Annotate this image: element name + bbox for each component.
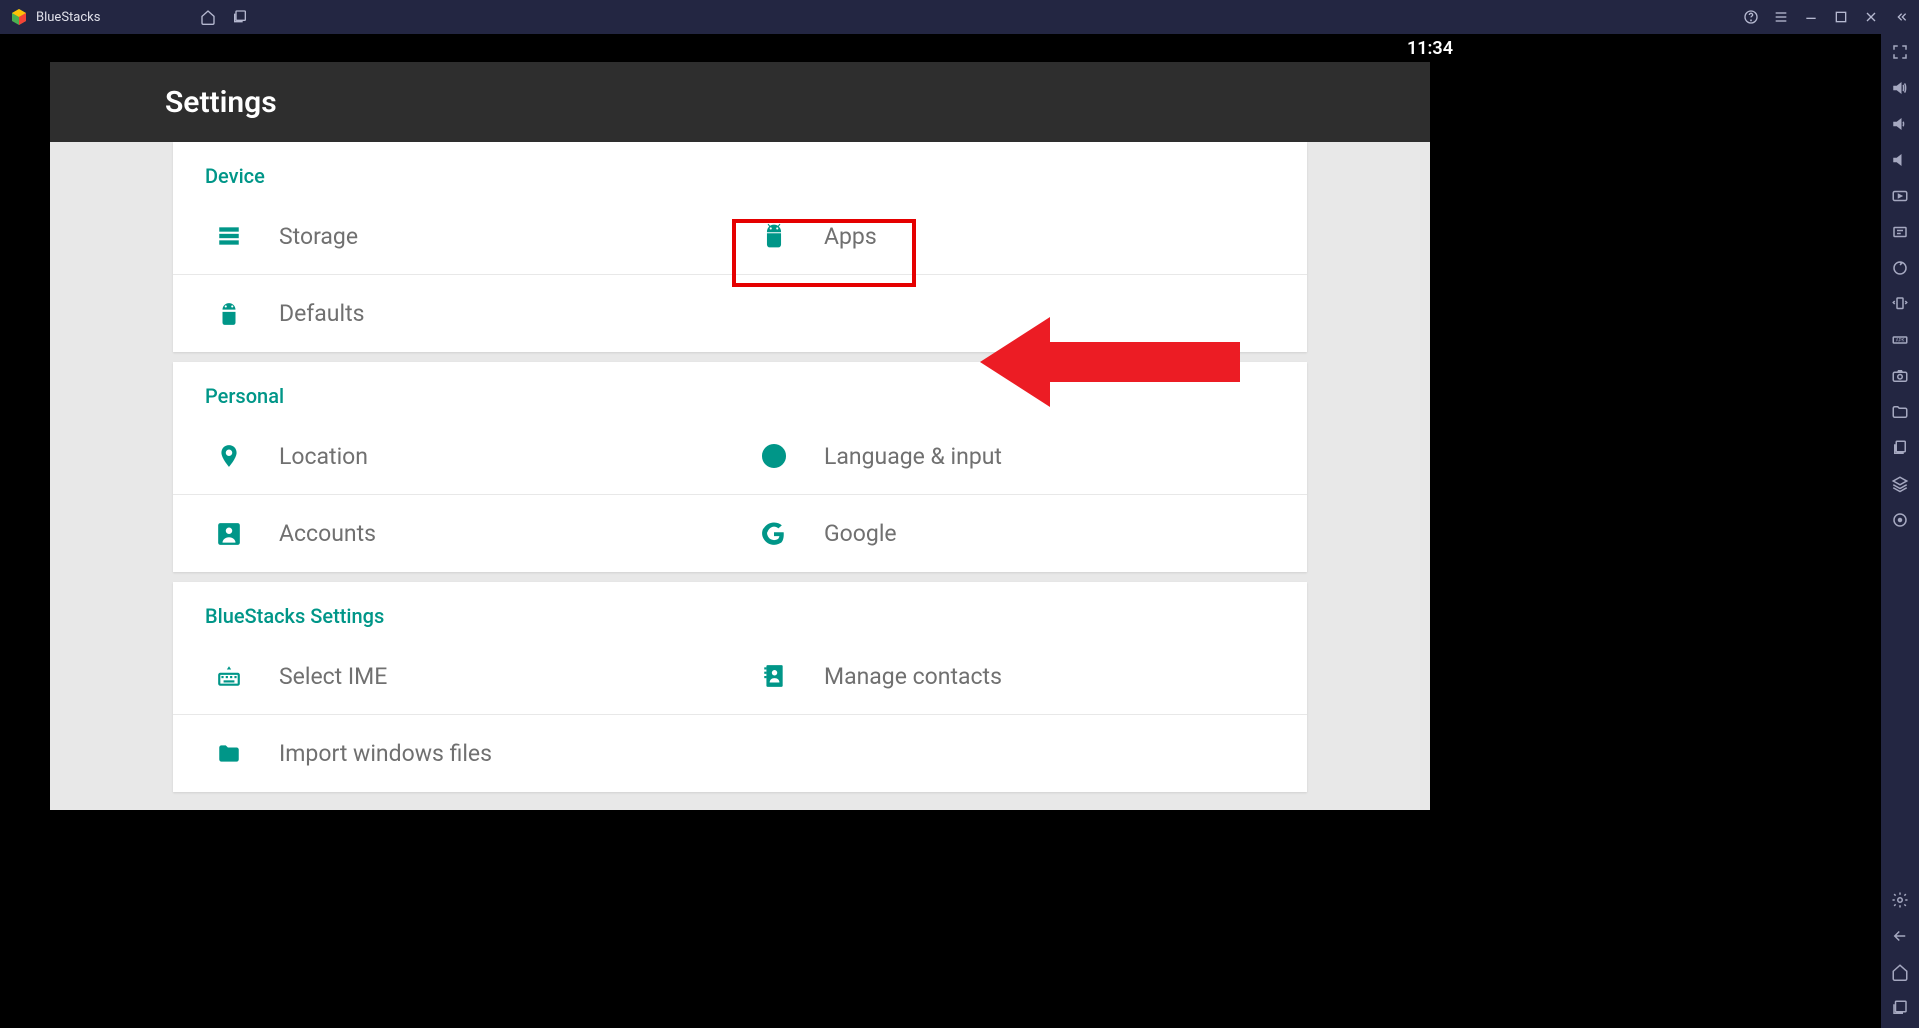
titlebar: BlueStacks xyxy=(0,0,1919,34)
settings-item-label: Accounts xyxy=(279,520,376,547)
settings-item-manage-contacts[interactable]: Manage contacts xyxy=(740,638,1307,715)
fullscreen-icon[interactable] xyxy=(1890,42,1910,62)
settings-item-defaults[interactable]: Defaults xyxy=(173,275,740,352)
settings-title: Settings xyxy=(165,85,277,120)
status-time: 11:34 xyxy=(1407,38,1453,59)
contacts-icon xyxy=(760,662,788,690)
settings-item-location[interactable]: Location xyxy=(173,418,740,495)
back-icon[interactable] xyxy=(1890,926,1910,946)
collapse-sidebar-icon[interactable] xyxy=(1893,9,1909,25)
settings-item-import-files[interactable]: Import windows files xyxy=(173,715,740,792)
rotate-icon[interactable] xyxy=(1890,258,1910,278)
android-icon xyxy=(760,222,788,250)
settings-item-label: Google xyxy=(824,520,897,547)
right-toolbar: APK xyxy=(1881,34,1919,1028)
install-apk-icon[interactable] xyxy=(1890,222,1910,242)
section-title-bluestacks: BlueStacks Settings xyxy=(173,604,1307,638)
app-name: BlueStacks xyxy=(36,10,100,25)
folder-icon xyxy=(215,740,243,768)
settings-item-apps[interactable]: Apps xyxy=(740,198,1307,275)
screenshot-icon[interactable] xyxy=(1890,366,1910,386)
close-icon[interactable] xyxy=(1863,9,1879,25)
volume-mute-icon[interactable] xyxy=(1890,150,1910,170)
settings-item-storage[interactable]: Storage xyxy=(173,198,740,275)
svg-text:APK: APK xyxy=(1896,338,1905,344)
section-bluestacks-settings: BlueStacks Settings Select IME Manage co… xyxy=(173,582,1307,792)
settings-item-label: Apps xyxy=(824,223,877,250)
section-personal: Personal Location Language & input xyxy=(173,362,1307,572)
settings-body: Device Storage Apps xyxy=(50,142,1430,810)
maximize-icon[interactable] xyxy=(1833,9,1849,25)
android-icon xyxy=(215,300,243,328)
settings-item-select-ime[interactable]: Select IME xyxy=(173,638,740,715)
google-icon xyxy=(760,520,788,548)
settings-item-label: Select IME xyxy=(279,663,387,690)
layers-icon[interactable] xyxy=(1890,474,1910,494)
globe-icon xyxy=(760,442,788,470)
settings-item-label: Location xyxy=(279,443,368,470)
apk-label-icon[interactable]: APK xyxy=(1890,330,1910,350)
settings-item-google[interactable]: Google xyxy=(740,495,1307,572)
section-title-device: Device xyxy=(173,164,1307,198)
copy-icon[interactable] xyxy=(1890,438,1910,458)
location-toolbar-icon[interactable] xyxy=(1890,510,1910,530)
tabs-icon[interactable] xyxy=(232,9,248,25)
status-bar: 11:34 xyxy=(0,34,1481,62)
settings-header: Settings xyxy=(50,62,1430,142)
location-icon xyxy=(215,442,243,470)
bluestacks-logo-icon xyxy=(10,8,28,26)
settings-item-accounts[interactable]: Accounts xyxy=(173,495,740,572)
keyboard-icon xyxy=(215,662,243,690)
minimize-icon[interactable] xyxy=(1803,9,1819,25)
volume-up-icon[interactable] xyxy=(1890,78,1910,98)
menu-icon[interactable] xyxy=(1773,9,1789,25)
storage-icon xyxy=(215,222,243,250)
settings-item-language[interactable]: Language & input xyxy=(740,418,1307,495)
android-screen: 11:34 Settings Device Storage xyxy=(0,34,1481,810)
keymap-icon[interactable] xyxy=(1890,186,1910,206)
recents-icon[interactable] xyxy=(1890,998,1910,1018)
section-device: Device Storage Apps xyxy=(173,142,1307,352)
help-icon[interactable] xyxy=(1743,9,1759,25)
settings-item-label: Import windows files xyxy=(279,740,492,767)
volume-down-icon[interactable] xyxy=(1890,114,1910,134)
settings-item-label: Manage contacts xyxy=(824,663,1002,690)
settings-gear-icon[interactable] xyxy=(1890,890,1910,910)
section-title-personal: Personal xyxy=(173,384,1307,418)
settings-item-label: Language & input xyxy=(824,443,1002,470)
settings-item-label: Defaults xyxy=(279,300,364,327)
home-icon[interactable] xyxy=(200,9,216,25)
settings-item-label: Storage xyxy=(279,223,358,250)
home-nav-icon[interactable] xyxy=(1890,962,1910,982)
account-icon xyxy=(215,520,243,548)
shake-icon[interactable] xyxy=(1890,294,1910,314)
media-folder-icon[interactable] xyxy=(1890,402,1910,422)
